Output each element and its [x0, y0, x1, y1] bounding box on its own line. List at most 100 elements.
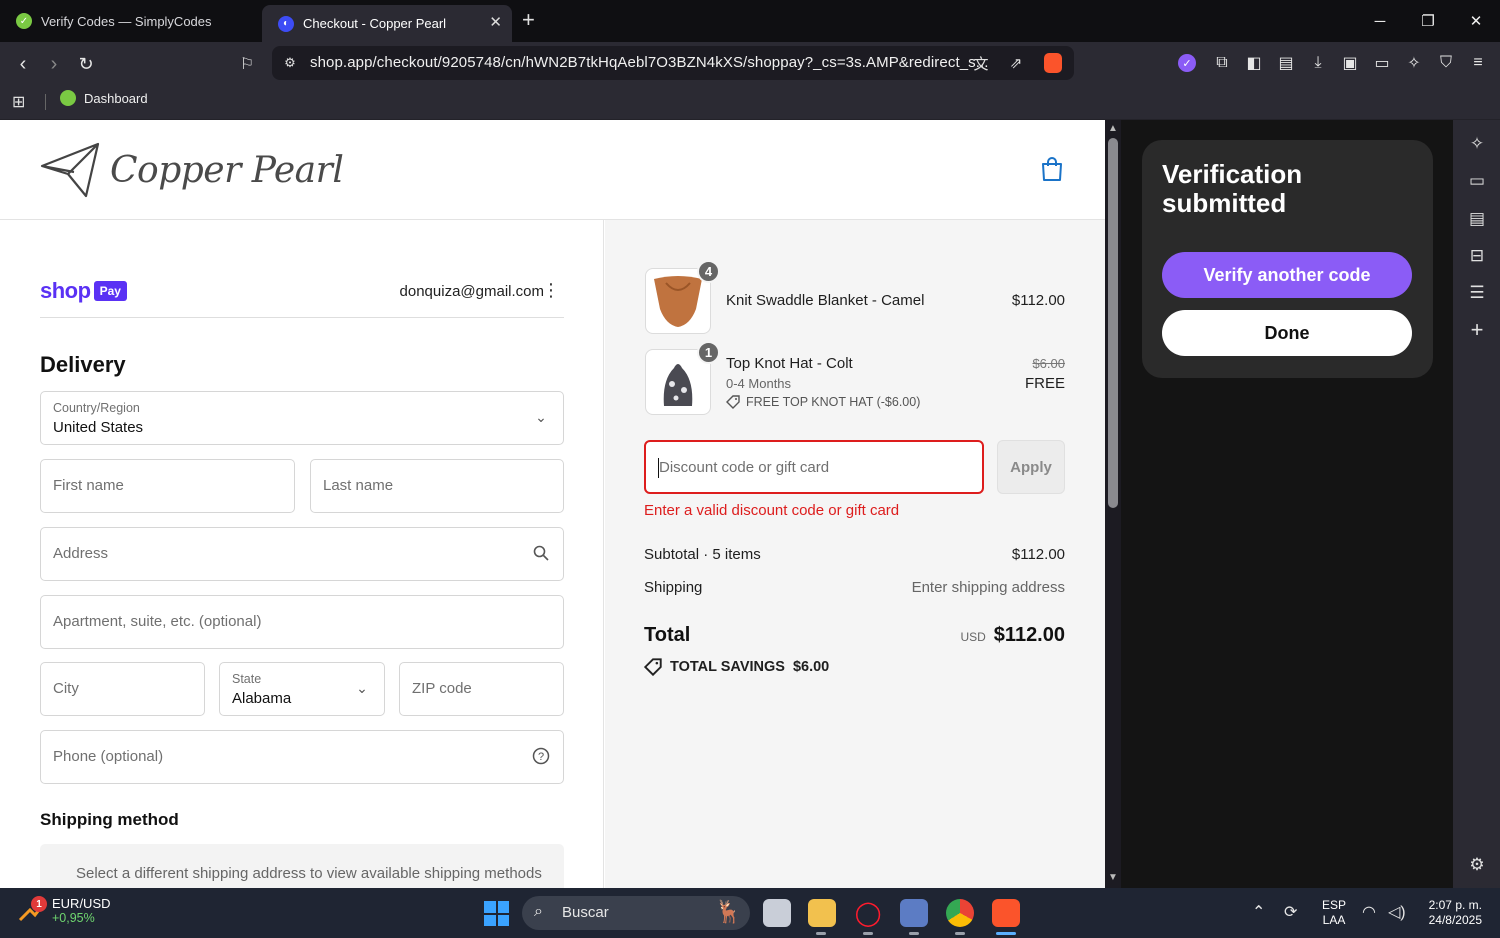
zip-field[interactable]: ZIP code [399, 662, 564, 716]
last-name-field[interactable]: Last name [310, 459, 564, 513]
new-tab-icon[interactable]: + [522, 9, 535, 31]
scroll-thumb[interactable] [1108, 138, 1118, 508]
discount-error: Enter a valid discount code or gift card [644, 502, 900, 519]
task-view-icon[interactable] [763, 899, 791, 927]
apps-grid-icon[interactable]: ⊞ [12, 92, 25, 112]
minimize-icon[interactable]: ─ [1356, 0, 1404, 42]
item-discount-text: FREE TOP KNOT HAT (-$6.00) [746, 395, 921, 409]
address-bar[interactable]: ⚙ shop.app/checkout/9205748/cn/hWN2B7tkH… [272, 46, 1074, 80]
downloads-icon[interactable]: ⤓ [1306, 51, 1330, 75]
quantity-badge: 1 [697, 341, 720, 364]
wifi-icon[interactable]: ◠ [1362, 902, 1376, 922]
last-name-placeholder: Last name [323, 477, 394, 494]
page-scrollbar[interactable]: ▲ ▼ [1105, 120, 1121, 888]
brave-icon[interactable] [992, 899, 1020, 927]
sidebar-toggle-icon[interactable]: ▣ [1338, 51, 1362, 75]
start-button[interactable] [484, 901, 509, 926]
navigation-bar: ‹ › ↻ ⚐ ⚙ shop.app/checkout/9205748/cn/h… [0, 42, 1500, 84]
date: 24/8/2025 [1428, 913, 1482, 927]
market-widget[interactable]: 1 EUR/USD +0,95% [18, 896, 111, 926]
reading-list-icon[interactable]: ☰ [1465, 281, 1489, 305]
dashboard-favicon [60, 90, 76, 106]
share-icon[interactable]: ⇗ [1004, 51, 1028, 75]
bookmark-dashboard[interactable]: Dashboard [60, 90, 148, 106]
more-options-icon[interactable]: ⋮ [542, 280, 560, 301]
store-logo[interactable]: Copper Pearl [40, 142, 344, 198]
gear-icon[interactable]: ⚙ [1465, 853, 1489, 877]
state-select[interactable]: State Alabama ⌄ [219, 662, 385, 716]
time: 2:07 p. m. [1428, 898, 1482, 912]
simplycodes-extension-icon[interactable]: ✓ [1178, 54, 1196, 72]
city-field[interactable]: City [40, 662, 205, 716]
phone-field[interactable]: Phone (optional) ? [40, 730, 564, 784]
tab-simplycodes[interactable]: ✓ Verify Codes — SimplyCodes [0, 5, 258, 37]
restore-icon[interactable]: ❐ [1404, 0, 1452, 42]
scroll-up-icon[interactable]: ▲ [1107, 123, 1119, 135]
close-tab-icon[interactable]: ✕ [489, 13, 502, 31]
sync-icon[interactable]: ⟳ [1284, 902, 1297, 922]
help-icon[interactable]: ? [531, 746, 551, 766]
taskbar-search[interactable]: ⌕ Buscar 🦌 [522, 896, 750, 930]
split-view-icon[interactable]: ◧ [1242, 51, 1266, 75]
extensions-icon[interactable]: ⧉ [1210, 51, 1234, 75]
tab-strip: ✓ Verify Codes — SimplyCodes ◐ Checkout … [0, 0, 1500, 42]
bookmark-icon[interactable]: ⚐ [234, 51, 260, 77]
ticker: EUR/USD +0,95% [52, 896, 111, 926]
bookmarks-icon[interactable]: ⊟ [1465, 244, 1489, 268]
app-icon[interactable] [900, 899, 928, 927]
opera-icon[interactable]: ◯ [854, 899, 882, 927]
wallet-icon[interactable]: ▭ [1370, 51, 1394, 75]
url-text[interactable]: shop.app/checkout/9205748/cn/hWN2B7tkHqA… [310, 54, 989, 71]
discount-placeholder: Discount code or gift card [659, 459, 830, 476]
chevron-up-icon[interactable]: ⌃ [1252, 902, 1265, 922]
windows-taskbar: 1 EUR/USD +0,95% ⌕ Buscar 🦌 ◯ ⌃ ⟳ ESP LA… [0, 888, 1500, 938]
verify-another-button[interactable]: Verify another code [1162, 252, 1412, 298]
tab-title: Verify Codes — SimplyCodes [41, 13, 212, 29]
discount-code-input[interactable]: Discount code or gift card [644, 440, 984, 494]
translate-icon[interactable]: 文 [969, 51, 993, 75]
menu-icon[interactable]: ≡ [1466, 51, 1490, 75]
total-savings: TOTAL SAVINGS $6.00 [644, 658, 829, 676]
cart-icon[interactable] [1040, 156, 1064, 182]
done-button[interactable]: Done [1162, 310, 1412, 356]
file-explorer-icon[interactable] [808, 899, 836, 927]
total-amount: USD $112.00 [960, 624, 1065, 647]
reader-icon[interactable]: ▤ [1274, 51, 1298, 75]
product-thumbnail: 4 [645, 260, 720, 334]
tab-checkout[interactable]: ◐ Checkout - Copper Pearl ✕ [262, 5, 512, 42]
item-price: FREE [1024, 375, 1065, 392]
vpn-icon[interactable]: ⛉ [1434, 51, 1458, 75]
add-panel-icon[interactable]: + [1465, 317, 1489, 342]
site-settings-icon[interactable]: ⚙ [278, 51, 302, 75]
language-code: ESP [1322, 898, 1347, 912]
leo-ai-icon[interactable]: ✧ [1465, 132, 1489, 156]
clock[interactable]: 2:07 p. m. 24/8/2025 [1420, 898, 1482, 928]
savings-value: $6.00 [792, 659, 830, 675]
address-field[interactable]: Address [40, 527, 564, 581]
shipping-row: Shipping Enter shipping address [644, 579, 1065, 596]
forward-icon[interactable]: › [41, 51, 67, 77]
leo-ai-icon[interactable]: ✧ [1402, 51, 1426, 75]
brave-shields-icon[interactable] [1044, 53, 1062, 73]
checkout-page: Copper Pearl shop Pay donquiza@gmail.com… [0, 120, 1105, 888]
apply-button[interactable]: Apply [997, 440, 1065, 494]
paper-bird-icon [40, 142, 100, 198]
reload-icon[interactable]: ↻ [73, 51, 99, 77]
apartment-field[interactable]: Apartment, suite, etc. (optional) [40, 595, 564, 649]
sidebar-rail: ✧ ▭ ▤ ⊟ ☰ + ⚙ [1453, 120, 1500, 888]
back-icon[interactable]: ‹ [10, 51, 36, 77]
scroll-down-icon[interactable]: ▼ [1107, 872, 1119, 884]
wallet-icon[interactable]: ▤ [1465, 207, 1489, 231]
volume-icon[interactable]: ◁) [1388, 902, 1406, 922]
brave-talk-icon[interactable]: ▭ [1465, 169, 1489, 193]
market-icon: 1 [18, 896, 47, 924]
first-name-field[interactable]: First name [40, 459, 295, 513]
savings-label: TOTAL SAVINGS [670, 659, 785, 675]
language-indicator[interactable]: ESP LAA [1322, 898, 1346, 928]
shop-favicon: ◐ [278, 15, 294, 32]
country-select[interactable]: Country/Region United States ⌄ [40, 391, 564, 445]
chrome-icon[interactable] [946, 899, 974, 927]
item-discount: FREE TOP KNOT HAT (-$6.00) [726, 395, 920, 409]
total-label: Total [644, 624, 691, 646]
close-window-icon[interactable]: ✕ [1452, 0, 1500, 42]
